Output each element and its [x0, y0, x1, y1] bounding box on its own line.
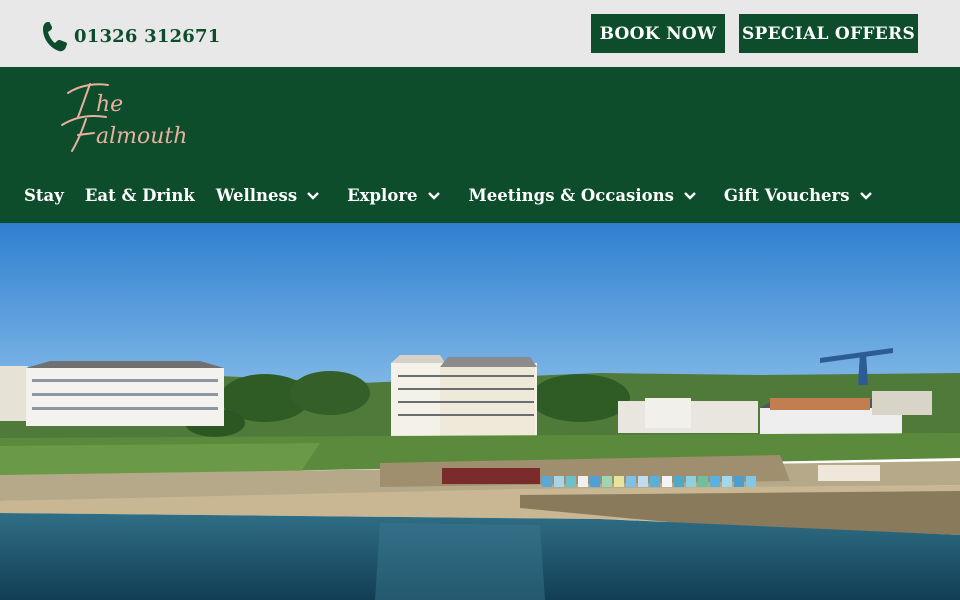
nav-label: Meetings & Occasions	[468, 185, 674, 205]
nav-item-eat-drink[interactable]: Eat & Drink	[85, 186, 195, 205]
chevron-down-icon[interactable]	[683, 191, 697, 201]
nav-label: Stay	[24, 185, 64, 205]
nav-item-explore[interactable]: Explore	[347, 186, 440, 205]
hero-hotel-seafront-photo	[0, 223, 960, 600]
phone-link[interactable]: 01326 312671	[42, 20, 220, 52]
site-logo[interactable]: he almouth	[60, 79, 190, 159]
nav-item-stay[interactable]: Stay	[24, 186, 64, 205]
nav-label: Gift Vouchers	[723, 185, 850, 205]
nav-label: Eat & Drink	[84, 185, 195, 205]
nav-label: Wellness	[215, 185, 298, 205]
site-header: he almouth Stay Eat & Drink Wellness Exp…	[0, 67, 960, 223]
phone-icon	[43, 22, 67, 52]
main-navigation: Stay Eat & Drink Wellness Explore Meetin…	[0, 183, 873, 207]
book-now-button[interactable]: BOOK NOW	[591, 14, 725, 53]
svg-text:he: he	[96, 92, 123, 117]
nav-item-meetings-occasions[interactable]: Meetings & Occasions	[469, 186, 697, 205]
svg-text:almouth: almouth	[96, 124, 187, 149]
hero-image	[0, 223, 960, 600]
chevron-down-icon[interactable]	[859, 191, 873, 201]
chevron-down-icon[interactable]	[427, 191, 441, 201]
nav-label: Explore	[347, 185, 418, 205]
chevron-down-icon[interactable]	[306, 191, 320, 201]
top-utility-bar: 01326 312671 BOOK NOW SPECIAL OFFERS	[0, 0, 960, 67]
special-offers-button[interactable]: SPECIAL OFFERS	[739, 14, 918, 53]
nav-item-wellness[interactable]: Wellness	[216, 186, 320, 205]
phone-number[interactable]: 01326 312671	[74, 26, 220, 47]
nav-item-gift-vouchers[interactable]: Gift Vouchers	[724, 186, 873, 205]
